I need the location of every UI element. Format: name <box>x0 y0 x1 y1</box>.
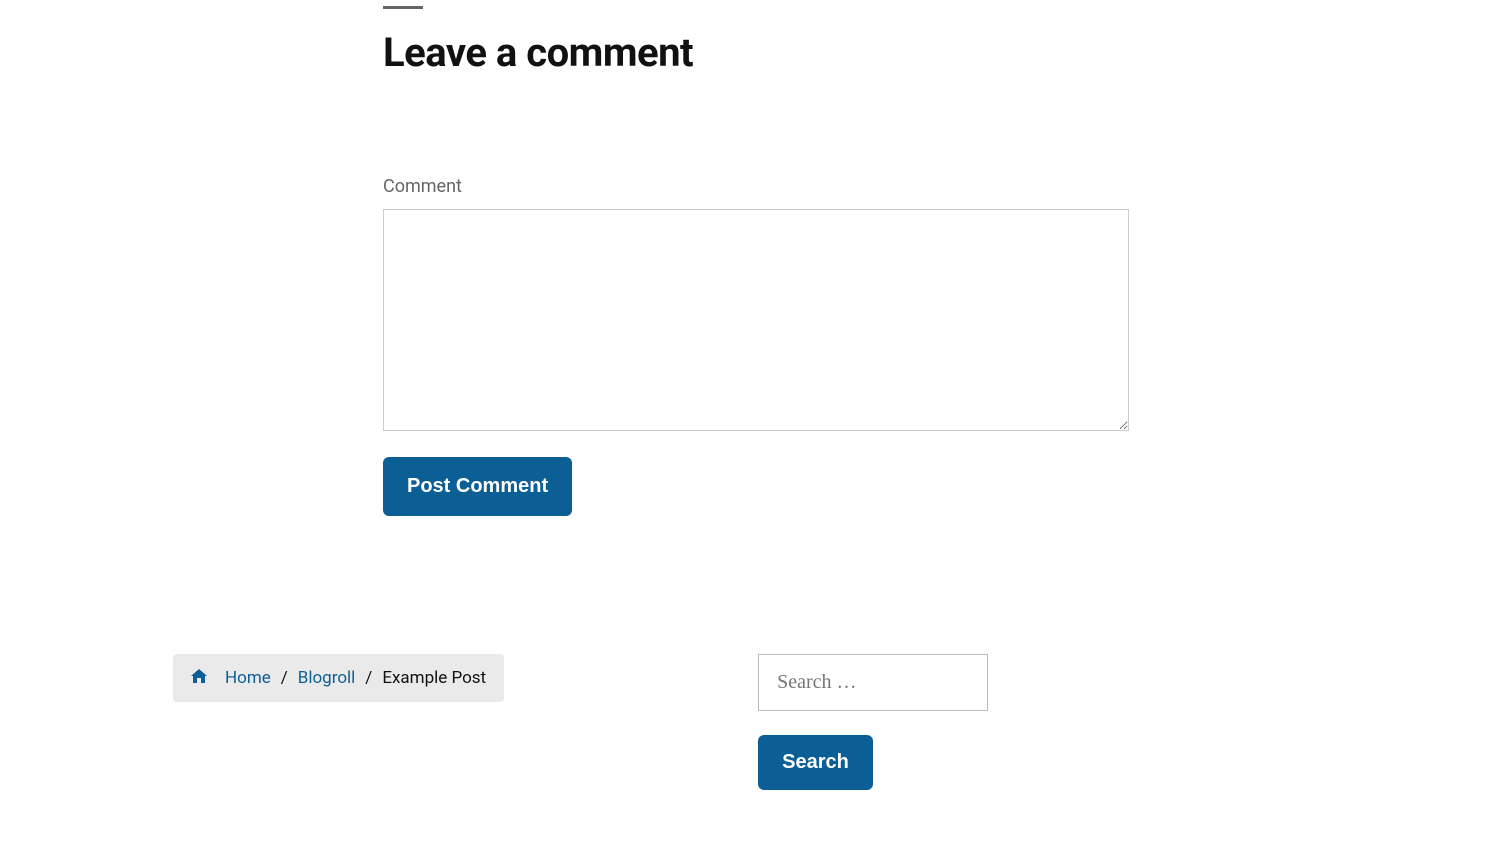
leave-comment-heading: Leave a comment <box>383 29 1129 76</box>
comment-label: Comment <box>383 176 1129 197</box>
breadcrumb-home-link[interactable]: Home <box>225 668 271 688</box>
search-button[interactable]: Search <box>758 735 873 790</box>
breadcrumb-category-link[interactable]: Blogroll <box>298 668 356 688</box>
post-comment-button[interactable]: Post Comment <box>383 457 572 516</box>
breadcrumb: Home / Blogroll / Example Post <box>173 654 504 702</box>
comment-textarea[interactable] <box>383 209 1129 431</box>
heading-divider <box>383 6 423 9</box>
breadcrumb-current: Example Post <box>382 668 486 688</box>
home-icon[interactable] <box>191 668 207 688</box>
search-input[interactable] <box>758 654 988 711</box>
breadcrumb-separator: / <box>365 668 372 688</box>
breadcrumb-separator: / <box>281 668 288 688</box>
